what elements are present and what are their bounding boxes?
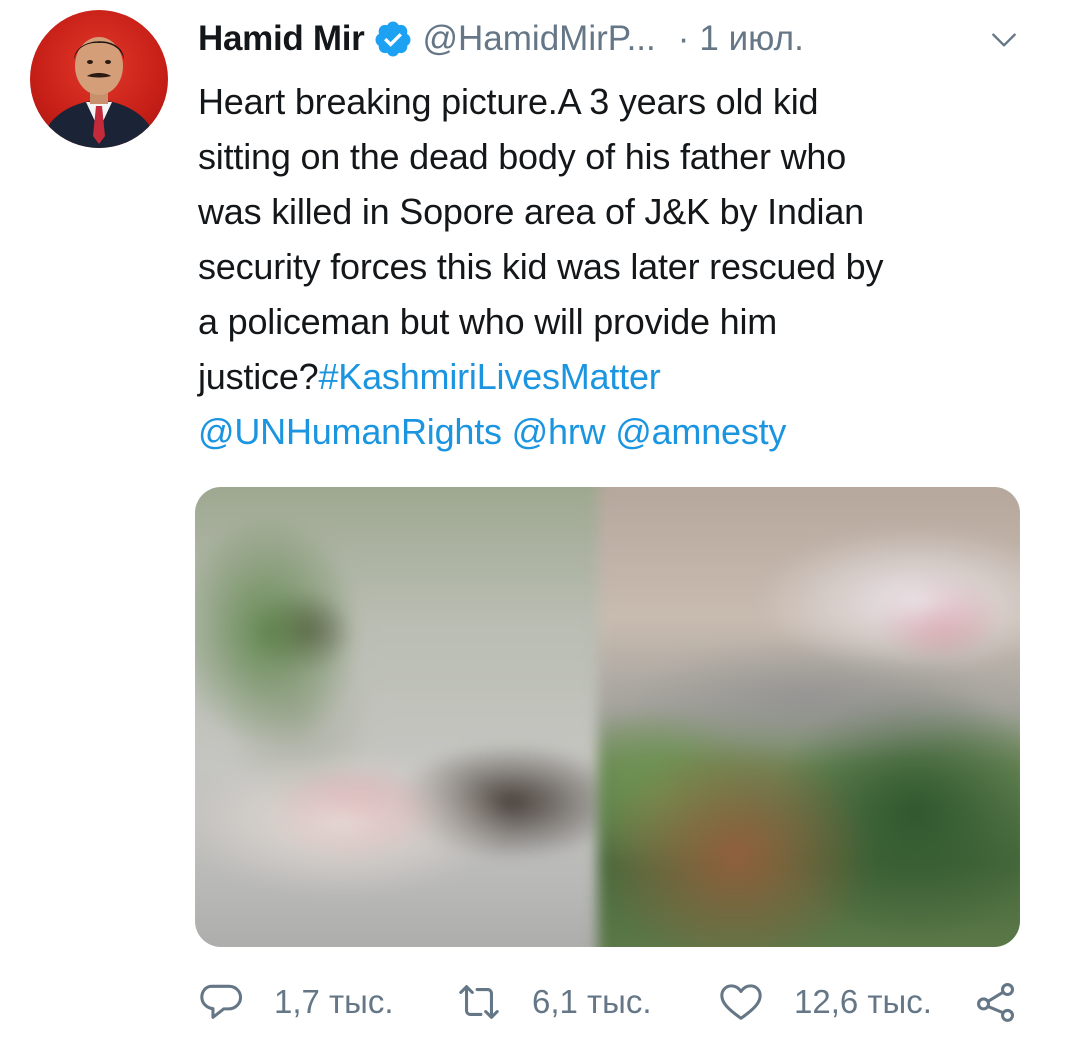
tweet-text-line: was killed in Sopore area of J&K by Indi… (198, 191, 864, 232)
tweet-text-line: sitting on the dead body of his father w… (198, 136, 847, 177)
tweet-text-fragment: justice? (198, 356, 319, 397)
chevron-down-icon[interactable] (988, 24, 1020, 56)
retweet-icon (456, 979, 502, 1025)
retweet-count: 6,1 тыс. (532, 983, 652, 1020)
author-avatar[interactable] (30, 10, 168, 148)
tweet[interactable]: Hamid Mir @HamidMirP... · 1 июл. Heart b… (0, 0, 1065, 1051)
mention-link[interactable]: @amnesty (615, 411, 786, 452)
author-handle[interactable]: @HamidMirP... (423, 19, 656, 59)
like-count: 12,6 тыс. (794, 983, 932, 1020)
share-button[interactable] (973, 972, 1019, 1032)
mention-link[interactable]: @UNHumanRights (198, 411, 502, 452)
verified-badge-icon (373, 19, 413, 59)
heart-icon (718, 979, 764, 1025)
tweet-text-line: security forces this kid was later rescu… (198, 246, 884, 287)
mention-link[interactable]: @hrw (512, 411, 606, 452)
tweet-photo[interactable] (597, 487, 1020, 947)
tweet-media-grid (195, 487, 1020, 947)
tweet-timestamp[interactable]: 1 июл. (699, 19, 803, 59)
author-name[interactable]: Hamid Mir (198, 19, 365, 59)
retweet-button[interactable]: 6,1 тыс. (456, 972, 652, 1032)
hashtag-link[interactable]: #KashmiriLivesMatter (318, 356, 660, 397)
tweet-header: Hamid Mir @HamidMirP... · 1 июл. (198, 14, 1028, 64)
tweet-actions: 1,7 тыс. 6,1 тыс. 12,6 тыс. (198, 972, 1028, 1032)
header-separator: · (677, 19, 690, 58)
tweet-text-line: justice?#KashmiriLivesMatter (198, 349, 1028, 404)
share-icon (973, 979, 1019, 1025)
tweet-text-line: a policeman but who will provide him (198, 301, 778, 342)
reply-button[interactable]: 1,7 тыс. (198, 972, 394, 1032)
mentions-line: @UNHumanRights @hrw @amnesty (198, 404, 1028, 459)
like-button[interactable]: 12,6 тыс. (718, 972, 932, 1032)
tweet-text: Heart breaking picture.A 3 years old kid… (198, 74, 1028, 459)
tweet-text-line: Heart breaking picture.A 3 years old kid (198, 81, 819, 122)
reply-count: 1,7 тыс. (274, 983, 394, 1020)
reply-icon (198, 979, 244, 1025)
tweet-photo[interactable] (195, 487, 618, 947)
